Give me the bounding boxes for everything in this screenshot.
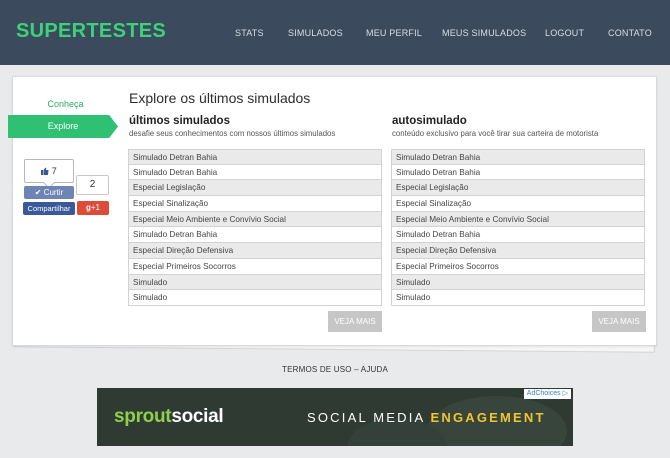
list-item[interactable]: Simulado xyxy=(128,290,382,306)
sprout-social-logo: sproutsocial xyxy=(114,406,224,428)
column-subtitle-autosimulado: conteúdo exclusivo para você tirar sua c… xyxy=(392,129,599,138)
like-button[interactable]: ✔ Curtir xyxy=(24,186,74,199)
veja-mais-button-autosimulado[interactable]: VEJA MAIS xyxy=(592,311,646,332)
terms-link[interactable]: TERMOS DE USO xyxy=(282,365,352,374)
list-item[interactable]: Especial Direção Defensiva xyxy=(391,243,645,259)
list-item[interactable]: Simulado Detran Bahia xyxy=(128,227,382,244)
nav-logout[interactable]: LOGOUT xyxy=(545,28,584,38)
sidebar-item-explore[interactable]: Explore xyxy=(8,115,118,138)
column-title-ultimos: últimos simulados xyxy=(129,115,230,127)
adchoices-label: AdChoices xyxy=(526,390,561,397)
list-item[interactable]: Simulado Detran Bahia xyxy=(391,227,645,244)
nav-meus-simulados[interactable]: MEUS SIMULADOS xyxy=(442,28,526,38)
share-button[interactable]: Compartilhar xyxy=(23,202,75,215)
like-label: Curtir xyxy=(43,188,64,197)
gplus-label: +1 xyxy=(90,203,100,212)
list-item[interactable]: Especial Primeiros Socorros xyxy=(128,258,382,275)
like-count-bubble: 7 xyxy=(24,159,74,183)
column-subtitle-ultimos: desafie seus conhecimentos com nossos úl… xyxy=(129,129,336,138)
page-title: Explore os últimos simulados xyxy=(129,90,311,106)
check-icon: ✔ xyxy=(34,188,42,197)
footer-separator: – xyxy=(354,365,359,374)
column-title-autosimulado: autosimulado xyxy=(392,115,467,127)
list-item[interactable]: Especial Legislação xyxy=(391,180,645,197)
list-item[interactable]: Especial Meio Ambiente e Convívio Social xyxy=(391,211,645,228)
veja-mais-button-ultimos[interactable]: VEJA MAIS xyxy=(328,311,382,332)
list-item[interactable]: Simulado xyxy=(391,274,645,291)
list-item[interactable]: Simulado xyxy=(128,274,382,291)
nav-stats[interactable]: STATS xyxy=(235,28,264,38)
logo-part-social: social xyxy=(171,406,224,427)
ad-tagline-part1: SOCIAL MEDIA xyxy=(307,410,431,425)
ad-banner[interactable]: AdChoices ▷ sproutsocial SOCIAL MEDIA EN… xyxy=(97,388,573,446)
list-item[interactable]: Simulado Detran Bahia xyxy=(391,164,645,181)
like-count: 7 xyxy=(51,166,57,176)
list-item[interactable]: Especial Legislação xyxy=(128,180,382,197)
share-count-box: 2 xyxy=(76,175,109,195)
ad-tagline-part2: ENGAGEMENT xyxy=(430,410,546,425)
help-link[interactable]: AJUDA xyxy=(361,365,388,374)
list-item[interactable]: Especial Direção Defensiva xyxy=(128,243,382,259)
adchoices-badge[interactable]: AdChoices ▷ xyxy=(523,389,571,399)
list-item[interactable]: Especial Meio Ambiente e Convívio Social xyxy=(128,211,382,228)
thumbs-up-icon xyxy=(41,167,49,175)
nav-simulados[interactable]: SIMULADOS xyxy=(288,28,343,38)
nav-contato[interactable]: CONTATO xyxy=(608,28,652,38)
adchoices-icon: ▷ xyxy=(562,390,568,397)
list-item[interactable]: Especial Sinalização xyxy=(391,196,645,212)
nav-meu-perfil[interactable]: MEU PERFIL xyxy=(366,28,422,38)
ad-tagline: SOCIAL MEDIA ENGAGEMENT xyxy=(307,410,546,425)
footer-links: TERMOS DE USO – AJUDA xyxy=(0,365,670,374)
list-item[interactable]: Simulado Detran Bahia xyxy=(128,164,382,181)
top-header: SUPERTESTES STATS SIMULADOS MEU PERFIL M… xyxy=(0,0,670,65)
gplus-button[interactable]: g+1 xyxy=(77,201,109,215)
logo-part-sprout: sprout xyxy=(114,406,172,427)
list-item[interactable]: Simulado Detran Bahia xyxy=(128,149,382,165)
list-item[interactable]: Simulado xyxy=(391,290,645,306)
list-item[interactable]: Especial Primeiros Socorros xyxy=(391,258,645,275)
list-autosimulado: Simulado Detran Bahia Simulado Detran Ba… xyxy=(391,149,645,306)
list-ultimos-simulados: Simulado Detran Bahia Simulado Detran Ba… xyxy=(128,149,382,306)
sidebar-item-conheca[interactable]: Conheça xyxy=(38,99,93,109)
list-item[interactable]: Especial Sinalização xyxy=(128,196,382,212)
site-logo[interactable]: SUPERTESTES xyxy=(16,20,166,43)
list-item[interactable]: Simulado Detran Bahia xyxy=(391,149,645,165)
